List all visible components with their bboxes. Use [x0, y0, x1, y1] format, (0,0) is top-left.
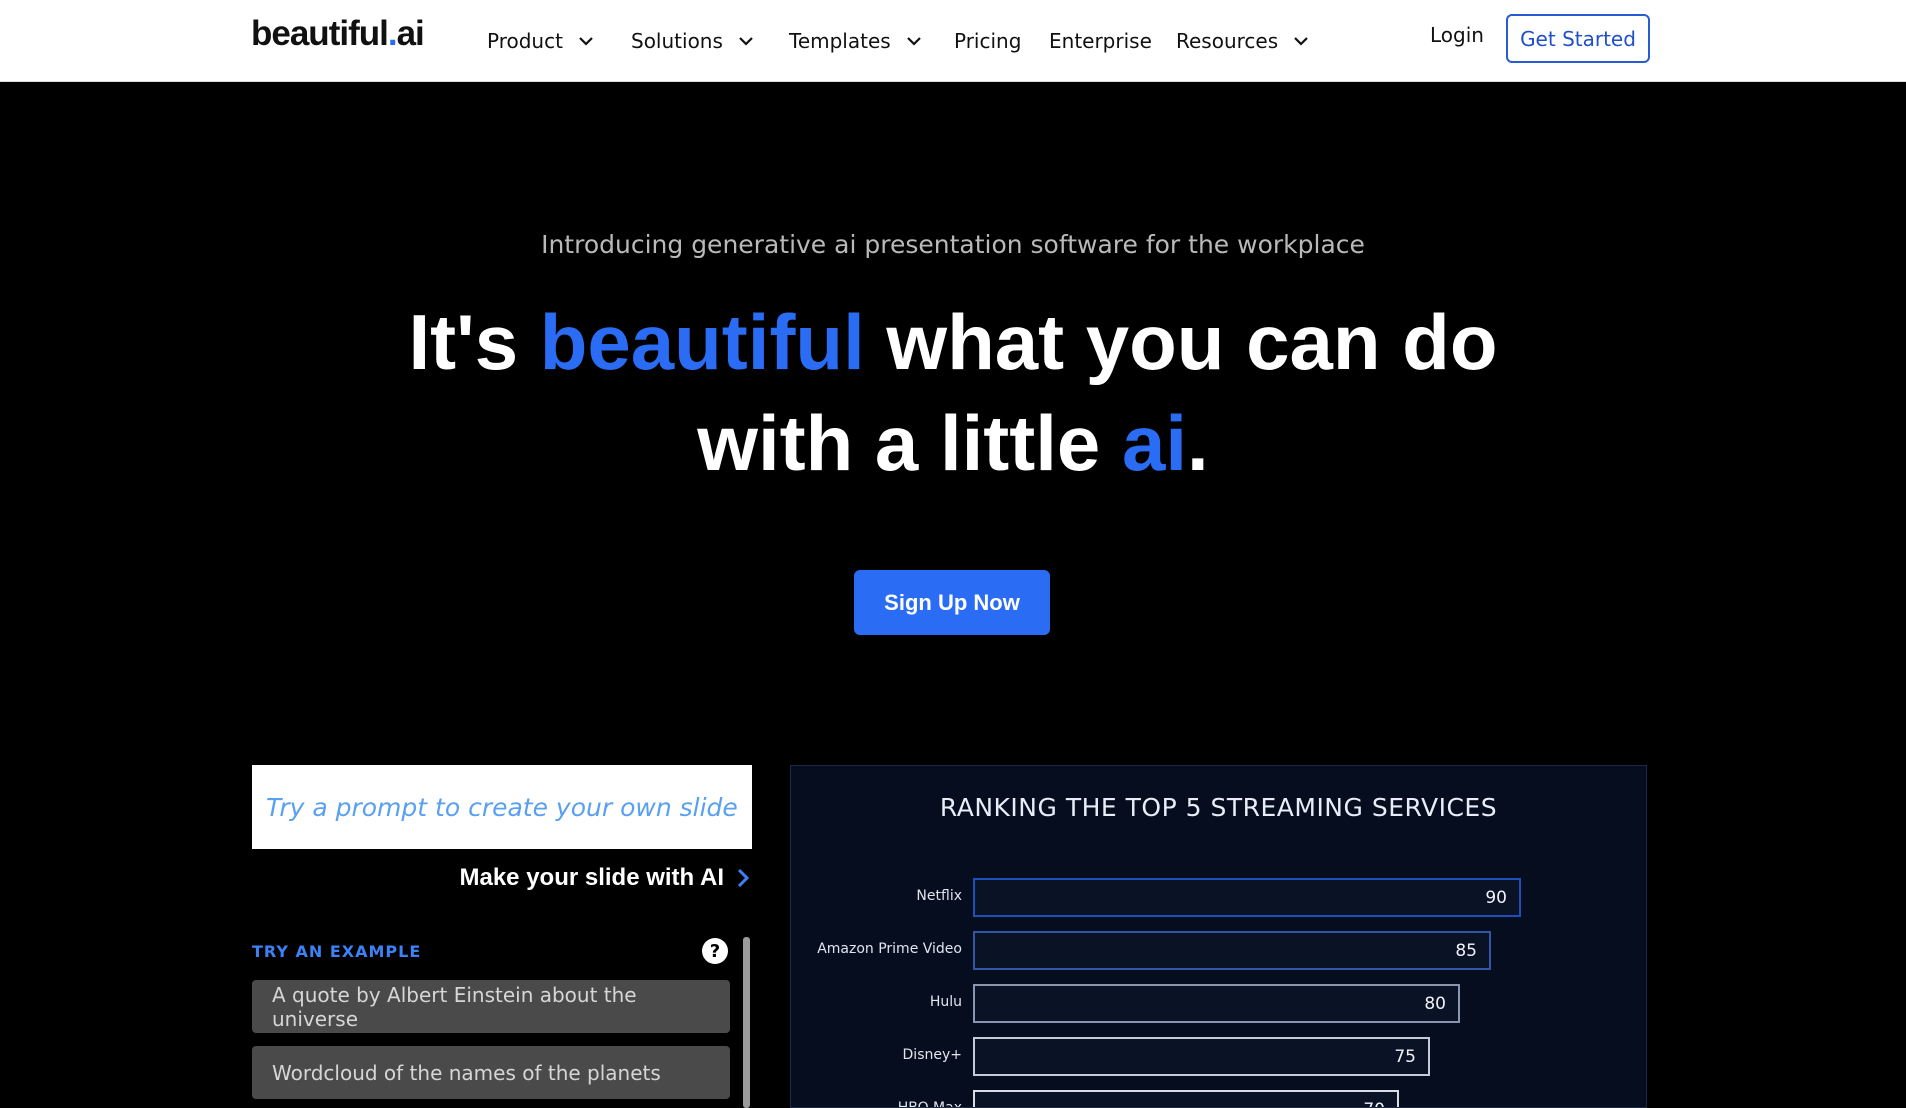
bar-value-label: 85	[1455, 940, 1477, 961]
bar-category-label: Disney+	[902, 1047, 962, 1063]
headline-line-1: It's beautiful what you can do	[0, 292, 1906, 393]
headline-line-2: with a little ai.	[0, 393, 1906, 494]
get-started-button[interactable]: Get Started	[1506, 14, 1650, 63]
prompt-input[interactable]	[252, 765, 752, 849]
chart-title: RANKING THE TOP 5 STREAMING SERVICES	[939, 793, 1498, 822]
example-prompt[interactable]: Wordcloud of the names of the planets	[252, 1046, 730, 1099]
make-slide-button[interactable]: Make your slide with AI	[450, 864, 750, 892]
headline-highlight: beautiful	[539, 298, 865, 386]
hero-intro: Introducing generative ai presentation s…	[541, 230, 1365, 259]
nav-item-product[interactable]: Product	[487, 0, 595, 81]
logo-suffix: ai	[396, 14, 425, 53]
bar-category-label: Hulu	[929, 994, 962, 1010]
bar: 80	[973, 984, 1460, 1023]
nav-item-label: Solutions	[631, 28, 723, 53]
chevron-down-icon	[577, 32, 595, 50]
logo-text: beautiful	[251, 14, 389, 53]
bar: 85	[973, 931, 1491, 970]
bar: 70	[973, 1090, 1399, 1108]
headline-text: .	[1187, 399, 1209, 487]
sign-up-button[interactable]: Sign Up Now	[854, 570, 1050, 635]
examples-scrollbar[interactable]	[743, 937, 750, 1108]
nav-item-templates[interactable]: Templates	[789, 0, 923, 81]
brand-logo[interactable]: beautiful.ai	[251, 14, 425, 54]
nav-item-solutions[interactable]: Solutions	[631, 0, 755, 81]
top-navigation: beautiful.ai Product Solutions Templates…	[0, 0, 1906, 82]
nav-item-enterprise[interactable]: Enterprise	[1049, 0, 1152, 81]
slide-preview: RANKING THE TOP 5 STREAMING SERVICES Net…	[790, 765, 1647, 1108]
chevron-down-icon	[905, 32, 923, 50]
bar-value-label: 75	[1394, 1046, 1416, 1067]
bar-value-label: 80	[1424, 993, 1446, 1014]
chevron-right-icon	[737, 868, 750, 888]
nav-item-label: Enterprise	[1049, 28, 1152, 53]
nav-item-label: Pricing	[954, 28, 1022, 53]
nav-item-resources[interactable]: Resources	[1176, 0, 1310, 81]
headline-text: what you can do	[864, 298, 1498, 386]
headline-text: with a little	[697, 399, 1122, 487]
headline-text: It's	[408, 298, 540, 386]
headline-highlight: ai	[1121, 399, 1188, 487]
bar-value-label: 70	[1363, 1092, 1385, 1108]
logo-dot: .	[387, 14, 398, 53]
nav-item-label: Product	[487, 28, 563, 53]
nav-item-label: Resources	[1176, 28, 1279, 53]
nav-item-pricing[interactable]: Pricing	[954, 0, 1021, 81]
make-slide-label: Make your slide with AI	[459, 864, 724, 891]
login-link[interactable]: Login	[1430, 23, 1484, 47]
chevron-down-icon	[737, 32, 755, 50]
nav-item-label: Templates	[789, 28, 891, 53]
bar-category-label: HBO Max	[897, 1100, 962, 1108]
bar: 90	[973, 878, 1521, 917]
bar-value-label: 90	[1485, 887, 1507, 908]
try-example-heading: TRY AN EXAMPLE	[252, 942, 422, 961]
hero-headline: It's beautiful what you can do with a li…	[0, 292, 1906, 494]
bar-category-label: Netflix	[916, 888, 962, 904]
help-icon[interactable]: ?	[702, 938, 728, 964]
example-prompt[interactable]: A quote by Albert Einstein about the uni…	[252, 980, 730, 1033]
bar-category-label: Amazon Prime Video	[817, 941, 962, 957]
bar: 75	[973, 1037, 1430, 1076]
chevron-down-icon	[1292, 32, 1310, 50]
